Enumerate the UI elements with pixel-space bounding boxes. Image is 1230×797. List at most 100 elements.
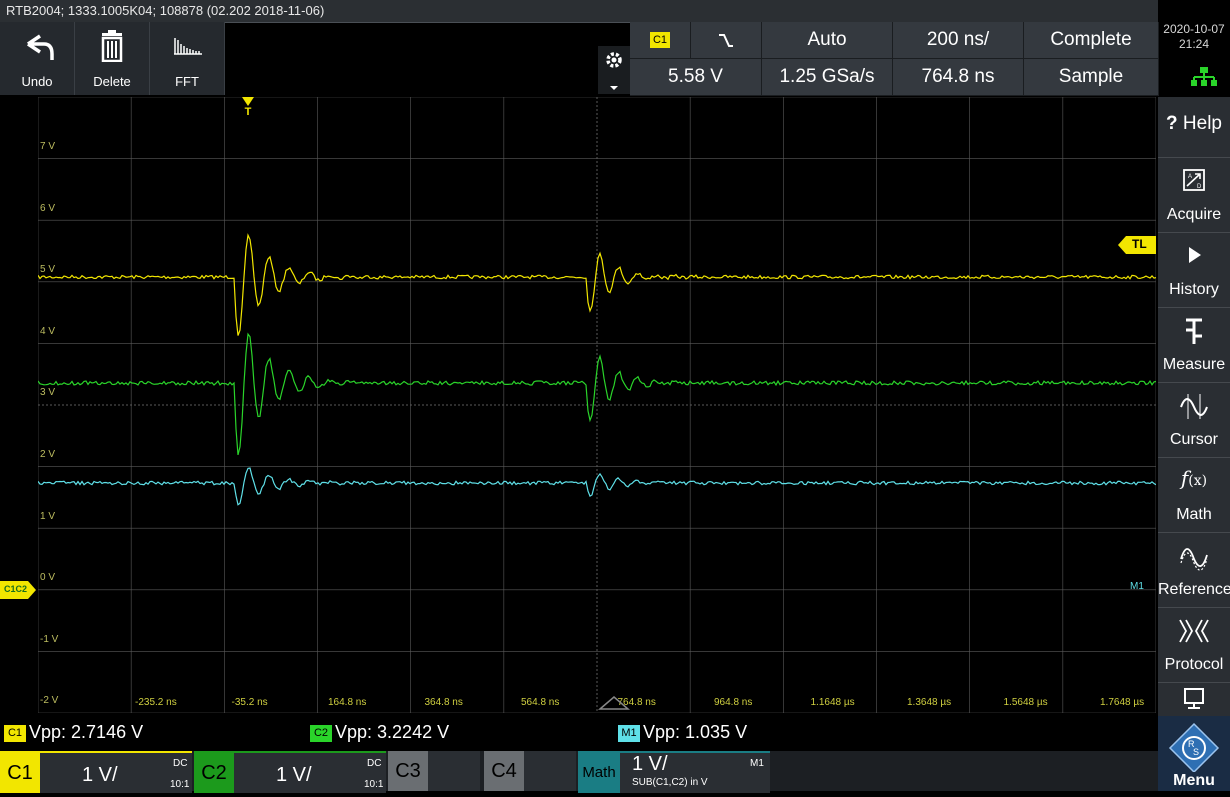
- y-tick-label: 1 V: [40, 510, 56, 522]
- sample-rate[interactable]: 1.25 GSa/s: [762, 59, 893, 96]
- settings-button[interactable]: [598, 46, 630, 94]
- record-state[interactable]: Complete: [1024, 22, 1159, 59]
- fft-label: FFT: [175, 74, 199, 89]
- references-icon: [1180, 548, 1208, 571]
- sidebar-item-cursor[interactable]: Cursor: [1158, 383, 1230, 458]
- trigger-marker[interactable]: T: [242, 97, 254, 118]
- measurement-c2[interactable]: C2 Vpp: 3.2242 V: [310, 718, 449, 746]
- channel-c2[interactable]: C2 1 V/ DC 10:1: [194, 751, 386, 793]
- y-tick-label: 3 V: [40, 387, 56, 399]
- trigger-source[interactable]: C1: [630, 22, 691, 59]
- channel-c1-probe: 10:1: [170, 779, 190, 790]
- trigger-marker-label: T: [244, 106, 252, 118]
- channel-2-trace: [38, 332, 1156, 456]
- instrument-info: RTB2004; 1333.1005K04; 108878 (02.202 20…: [6, 3, 325, 18]
- x-tick-label: -35.2 ns: [231, 697, 268, 708]
- channel-c1-scale: 1 V/: [82, 764, 118, 786]
- history-label: History: [1169, 281, 1219, 298]
- cursor-label: Cursor: [1169, 431, 1218, 448]
- trigger-mode[interactable]: Auto: [762, 22, 893, 59]
- sidebar-item-history[interactable]: History: [1158, 233, 1230, 308]
- time: 21:24: [1178, 37, 1210, 51]
- channel-c2-name: C2: [194, 753, 234, 793]
- menu-label: Menu: [1173, 772, 1215, 789]
- protocol-label: Protocol: [1164, 656, 1224, 673]
- trigger-source-badge: C1: [650, 31, 670, 48]
- sidebar-item-help[interactable]: ? Help: [1158, 97, 1230, 158]
- channel-math[interactable]: Math 1 V/ M1 SUB(C1,C2) in V: [578, 751, 770, 793]
- fft-icon: [174, 38, 202, 55]
- x-tick-label: 364.8 ns: [424, 697, 463, 708]
- channel-1-trace: [38, 233, 1156, 336]
- y-tick-label: 0 V: [40, 572, 56, 584]
- acquisition-mode[interactable]: Sample: [1024, 59, 1159, 96]
- y-tick-label: 6 V: [40, 202, 56, 214]
- datetime: 2020-10-07 21:24: [1158, 22, 1230, 62]
- help-icon: ?: [1166, 113, 1178, 134]
- measurement-c2-value: Vpp: 3.2242 V: [335, 722, 450, 742]
- measurement-m1[interactable]: M1 Vpp: 1.035 V: [618, 718, 747, 746]
- measurement-c1-badge: C1: [4, 724, 26, 742]
- measure-icon: [1186, 318, 1202, 344]
- channel-c2-coupling: DC: [367, 758, 382, 769]
- delete-label: Delete: [93, 74, 131, 89]
- references-label: References: [1158, 581, 1230, 598]
- undo-button[interactable]: Undo: [0, 22, 75, 95]
- x-tick-label: 964.8 ns: [714, 697, 753, 708]
- cursor-icon: [1180, 394, 1208, 419]
- sidebar-item-references[interactable]: References: [1158, 533, 1230, 608]
- channel-c4[interactable]: C4: [484, 751, 576, 791]
- svg-text:S: S: [1193, 747, 1199, 757]
- svg-text:D: D: [1197, 184, 1202, 190]
- menu-button[interactable]: R S Menu: [1158, 716, 1230, 791]
- sidebar-item-protocol[interactable]: Protocol: [1158, 608, 1230, 683]
- channel-c1[interactable]: C1 1 V/ DC 10:1: [0, 751, 192, 793]
- x-tick-label: 1.3648 µs: [907, 697, 952, 708]
- fft-button[interactable]: FFT: [150, 22, 225, 95]
- y-tick-label: 4 V: [40, 325, 56, 337]
- y-tick-label: 2 V: [40, 449, 56, 460]
- measure-label: Measure: [1162, 356, 1226, 373]
- y-tick-label: -2 V: [40, 695, 59, 707]
- measurement-m1-badge: M1: [618, 724, 640, 742]
- help-text: Help: [1182, 113, 1222, 134]
- x-tick-label: 1.5648 µs: [1003, 697, 1048, 708]
- sidebar-item-math[interactable]: f(x) Math: [1158, 458, 1230, 533]
- x-tick-label: -235.2 ns: [135, 697, 177, 708]
- acquire-label: Acquire: [1166, 206, 1222, 223]
- sidebar-item-measure[interactable]: Measure: [1158, 308, 1230, 383]
- delete-button[interactable]: Delete: [75, 22, 150, 95]
- waveform-display[interactable]: 7 V 6 V 5 V 4 V 3 V 2 V 1 V 0 V -1 V -2 V -235.2 …: [38, 97, 1156, 713]
- channel-math-label: M1: [750, 758, 764, 769]
- trigger-slope[interactable]: [691, 22, 762, 59]
- sidebar-item-display[interactable]: [1158, 683, 1230, 717]
- channel-c2-probe: 10:1: [364, 779, 384, 790]
- trigger-level-marker[interactable]: TL: [1118, 236, 1156, 254]
- time-scale[interactable]: 200 ns/: [893, 22, 1024, 59]
- channel-bar: C1 1 V/ DC 10:1 C2 1 V/ DC 10:1 C3 C4 Ma…: [0, 751, 1158, 793]
- math-label: Math: [1176, 506, 1212, 523]
- measurement-m1-value: Vpp: 1.035 V: [643, 722, 748, 742]
- channel-c3-name: C3: [388, 751, 428, 791]
- y-tick-label: 5 V: [40, 264, 56, 276]
- y-tick-label: 7 V: [40, 141, 56, 152]
- sidebar: ? Help AD Acquire History Measure Cursor…: [1158, 97, 1230, 791]
- x-tick-label: 164.8 ns: [328, 697, 367, 708]
- trigger-level[interactable]: 5.58 V: [630, 59, 762, 96]
- channel-c4-name: C4: [484, 751, 524, 791]
- math-offset-marker[interactable]: M1: [1130, 581, 1144, 592]
- toolbar: Undo Delete FFT: [0, 22, 225, 95]
- waveforms: [38, 233, 1156, 506]
- measurement-c1[interactable]: C1 Vpp: 2.7146 V: [4, 718, 143, 746]
- channel-c1-coupling: DC: [173, 758, 188, 769]
- trigger-position[interactable]: 764.8 ns: [893, 59, 1024, 96]
- x-tick-label: 1.7648 µs: [1100, 697, 1145, 708]
- gear-icon: [606, 52, 622, 90]
- trash-icon: [101, 30, 123, 62]
- y-tick-label: -1 V: [40, 633, 59, 645]
- sidebar-item-acquire[interactable]: AD Acquire: [1158, 158, 1230, 233]
- ground-marker[interactable]: C1C2: [0, 581, 36, 599]
- channel-c1-name: C1: [0, 753, 40, 793]
- math-trace: [38, 467, 1156, 506]
- channel-c3[interactable]: C3: [388, 751, 480, 791]
